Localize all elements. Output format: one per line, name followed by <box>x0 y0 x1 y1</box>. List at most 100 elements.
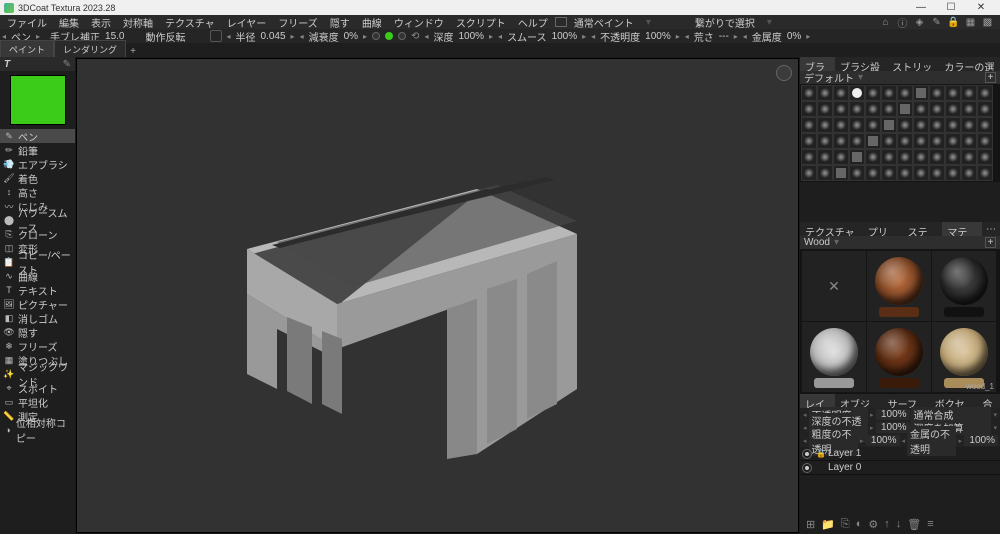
menu-hide[interactable]: 隠す <box>325 15 355 30</box>
brush-preset-61[interactable] <box>817 165 833 181</box>
color-header-left[interactable]: T <box>4 59 10 70</box>
tool-平坦化[interactable]: ▭平坦化 <box>0 395 75 409</box>
tool-パワースムース[interactable]: ⬤パワースムース <box>0 213 75 227</box>
opt-radius-val[interactable]: 0.045 <box>261 31 286 42</box>
tab-brush-settings[interactable]: ブラシ設定 <box>835 57 887 71</box>
brush-preset-59[interactable] <box>977 149 993 165</box>
tool-着色[interactable]: 🖌着色 <box>0 171 75 185</box>
brush-preset-28[interactable] <box>865 117 881 133</box>
brush-preset-63[interactable] <box>849 165 865 181</box>
brush-preset-46[interactable] <box>961 133 977 149</box>
brush-preset-4[interactable] <box>865 85 881 101</box>
layer-folder-icon[interactable]: 📁 <box>821 518 835 531</box>
tool-テキスト[interactable]: Tテキスト <box>0 283 75 297</box>
brush-preset-3[interactable] <box>849 85 865 101</box>
brush-preset-54[interactable] <box>897 149 913 165</box>
home-icon[interactable]: ⌂ <box>879 16 892 29</box>
brush-preset-22[interactable] <box>961 101 977 117</box>
brush-preset-66[interactable] <box>897 165 913 181</box>
tab-presets[interactable]: プリセット <box>863 222 903 236</box>
prop-depth-value[interactable]: 100% <box>876 422 910 433</box>
opt-falloff-val[interactable]: 0% <box>344 31 358 42</box>
viewport-user-icon[interactable] <box>776 65 792 81</box>
layer-new-icon[interactable]: ⊞ <box>806 518 815 531</box>
close-button[interactable]: ✕ <box>966 2 996 13</box>
paint-mode-label[interactable]: 通常ペイント <box>569 15 639 30</box>
brush-preset-71[interactable] <box>977 165 993 181</box>
tab-voxel[interactable]: ボクセルツリ <box>930 394 978 408</box>
layer-row[interactable]: 🔒Layer 1 <box>800 447 1000 461</box>
brush-preset-21[interactable] <box>945 101 961 117</box>
material-add-button[interactable]: + <box>985 237 996 248</box>
brush-preset-12[interactable] <box>801 101 817 117</box>
brush-preset-20[interactable] <box>929 101 945 117</box>
tab-render[interactable]: レンダリング <box>54 40 126 57</box>
menu-file[interactable]: ファイル <box>2 15 52 30</box>
brush-preset-23[interactable] <box>977 101 993 117</box>
brush-preset-44[interactable] <box>929 133 945 149</box>
opt-rough-val[interactable]: --- <box>719 31 729 42</box>
brush-preset-62[interactable] <box>833 165 849 181</box>
material-dark[interactable] <box>932 251 996 321</box>
brush-preset-32[interactable] <box>929 117 945 133</box>
brush-preset-38[interactable] <box>833 133 849 149</box>
tab-strip[interactable]: ストリップ <box>887 57 939 71</box>
visibility-icon[interactable] <box>802 463 812 473</box>
brush-preset-26[interactable] <box>833 117 849 133</box>
maximize-button[interactable]: ☐ <box>936 2 966 13</box>
tab-tex-editor[interactable]: テクスチャエディタ <box>800 222 863 236</box>
brush-preset-1[interactable] <box>817 85 833 101</box>
tab-stencil[interactable]: ステンシル <box>903 222 943 236</box>
prop-opacity-value[interactable]: 100% <box>876 409 910 420</box>
brush-preset-10[interactable] <box>961 85 977 101</box>
tool-位相対称コピー[interactable]: ◑位相対称コピー <box>0 423 75 437</box>
layer-up-icon[interactable]: ↑ <box>884 518 890 530</box>
brush-preset-58[interactable] <box>961 149 977 165</box>
tool-鉛筆[interactable]: ✏鉛筆 <box>0 143 75 157</box>
brush-preset-70[interactable] <box>961 165 977 181</box>
brush-preset-25[interactable] <box>817 117 833 133</box>
menu-script[interactable]: スクリプト <box>451 15 511 30</box>
brush-preset-37[interactable] <box>817 133 833 149</box>
brush-preset-33[interactable] <box>945 117 961 133</box>
brush-preset-36[interactable] <box>801 133 817 149</box>
brush-preset-42[interactable] <box>897 133 913 149</box>
menu-texture[interactable]: テクスチャ <box>160 15 220 30</box>
brush-preset-7[interactable] <box>913 85 929 101</box>
color-toggle-icon[interactable] <box>385 32 393 40</box>
prop-metal-value[interactable]: 100% <box>964 435 998 446</box>
brush-preset-52[interactable] <box>865 149 881 165</box>
brush-preset-40[interactable] <box>865 133 881 149</box>
link-icon[interactable]: ⟲ <box>411 31 419 42</box>
brush-preset-48[interactable] <box>801 149 817 165</box>
brush-preset-17[interactable] <box>881 101 897 117</box>
tab-surface[interactable]: サーフェイス <box>883 394 930 408</box>
brush-preset-35[interactable] <box>977 117 993 133</box>
brush-preset-27[interactable] <box>849 117 865 133</box>
tool-ピクチャー[interactable]: 🖼ピクチャー <box>0 297 75 311</box>
brush-preset-8[interactable] <box>929 85 945 101</box>
tab-object[interactable]: オブジェクト <box>835 394 883 408</box>
brush-preset-69[interactable] <box>945 165 961 181</box>
tool-ペン[interactable]: ✎ペン <box>0 129 75 143</box>
tool-フリーズ[interactable]: ❄フリーズ <box>0 339 75 353</box>
brush-preset-65[interactable] <box>881 165 897 181</box>
lock-icon[interactable]: 🔒 <box>947 16 960 29</box>
brush-preset-label[interactable]: デフォルト <box>804 70 854 85</box>
foreground-color-swatch[interactable] <box>10 75 66 125</box>
3d-viewport[interactable] <box>76 58 799 533</box>
brush-preset-16[interactable] <box>865 101 881 117</box>
layer-mask-icon[interactable]: ◐ <box>856 518 863 530</box>
brush-preset-47[interactable] <box>977 133 993 149</box>
mesh-icon[interactable]: ◈ <box>913 16 926 29</box>
tool-消しゴム[interactable]: ◧消しゴム <box>0 311 75 325</box>
tool-隠す[interactable]: 👁隠す <box>0 325 75 339</box>
menu-curve[interactable]: 曲線 <box>357 15 387 30</box>
brush-preset-49[interactable] <box>817 149 833 165</box>
opt-opacity-val[interactable]: 100% <box>645 31 671 42</box>
brush-preset-43[interactable] <box>913 133 929 149</box>
stroke-mode-icon[interactable] <box>210 30 222 42</box>
brush-preset-64[interactable] <box>865 165 881 181</box>
material-none[interactable]: ✕ <box>802 251 866 321</box>
brush-add-button[interactable]: + <box>985 72 996 83</box>
